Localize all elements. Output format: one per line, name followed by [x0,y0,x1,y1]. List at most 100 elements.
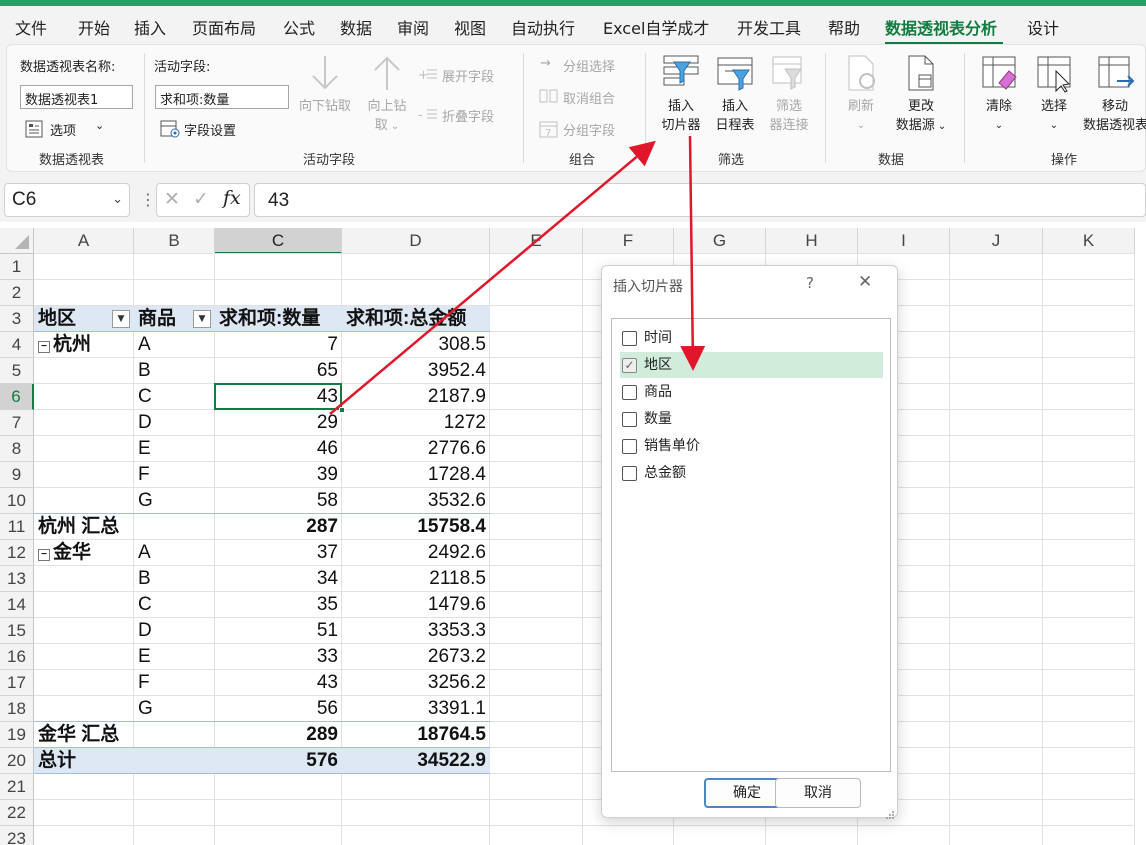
pivot-product-cell[interactable]: D [134,618,215,644]
pivot-subtotal-qty[interactable]: 287 [215,514,342,540]
pivot-header-cell[interactable]: 求和项:总金额 [342,306,490,332]
pivot-qty-cell[interactable]: 29 [215,410,342,436]
cancel-button[interactable]: 取消 [775,778,861,808]
pivot-product-cell[interactable]: E [134,644,215,670]
row-header-4[interactable]: 4 [0,332,34,358]
row-header-7[interactable]: 7 [0,410,34,436]
column-header-e[interactable]: E [490,228,583,254]
pivot-product-cell[interactable]: D [134,410,215,436]
pivottable-name-input[interactable]: 数据透视表1 [20,85,133,109]
fill-handle[interactable] [339,407,345,413]
pivot-amount-cell[interactable]: 2118.5 [342,566,490,592]
formula-input[interactable]: 43 [254,183,1146,217]
column-header-f[interactable]: F [583,228,674,254]
pivot-header-cell[interactable]: 求和项:数量 [215,306,342,332]
tab-formulas[interactable]: 公式 [283,15,315,39]
checkbox-icon[interactable] [622,331,637,346]
pivot-amount-cell[interactable]: 2673.2 [342,644,490,670]
drill-down-button[interactable]: 向下钻取 [292,53,358,116]
column-header-i[interactable]: I [858,228,950,254]
row-header-14[interactable]: 14 [0,592,34,618]
insert-slicer-button[interactable]: 插入 切片器 [655,53,707,135]
pivot-product-cell[interactable]: C [134,592,215,618]
row-header-11[interactable]: 11 [0,514,34,540]
collapse-field-button[interactable]: 折叠字段 [442,106,494,125]
tab-review[interactable]: 审阅 [397,15,429,39]
pivot-qty-cell[interactable]: 56 [215,696,342,722]
pivot-amount-cell[interactable]: 3532.6 [342,488,490,514]
insert-timeline-button[interactable]: 插入 日程表 [709,53,761,135]
checkbox-icon[interactable] [622,466,637,481]
checkbox-icon[interactable] [622,412,637,427]
pivot-product-cell[interactable]: C [134,384,215,410]
row-header-9[interactable]: 9 [0,462,34,488]
pivot-subtotal-label[interactable]: 杭州 汇总 [34,514,134,540]
insert-function-icon[interactable]: fx [223,187,241,209]
tab-help[interactable]: 帮助 [828,15,860,39]
pivot-qty-cell[interactable]: 58 [215,488,342,514]
checkbox-checked-icon[interactable]: ✓ [622,358,637,373]
clear-button[interactable]: 清除 ⌄ [973,53,1025,135]
pivot-qty-cell[interactable]: 7 [215,332,342,358]
row-header-19[interactable]: 19 [0,722,34,748]
pivot-grand-total-label[interactable]: 总计 [34,748,134,774]
pivot-product-cell[interactable]: B [134,358,215,384]
row-header-17[interactable]: 17 [0,670,34,696]
close-icon[interactable]: ✕ [858,272,872,292]
slicer-field-item[interactable]: 商品 [620,379,883,405]
pivot-product-cell[interactable]: F [134,462,215,488]
column-header-j[interactable]: J [950,228,1043,254]
row-header-6[interactable]: 6 [0,384,34,410]
column-header-h[interactable]: H [766,228,858,254]
field-settings-button[interactable]: 字段设置 [184,120,236,139]
more-dots-icon[interactable]: ⋮ [140,190,156,209]
column-header-k[interactable]: K [1043,228,1135,254]
column-header-c[interactable]: C [215,228,342,254]
column-header-b[interactable]: B [134,228,215,254]
pivot-subtotal-amount[interactable]: 15758.4 [342,514,490,540]
tab-page-layout[interactable]: 页面布局 [192,15,256,39]
group-selection-button[interactable]: 分组选择 [563,56,615,75]
pivot-amount-cell[interactable]: 1479.6 [342,592,490,618]
tab-developer[interactable]: 开发工具 [737,15,801,39]
pivot-grand-total-qty[interactable]: 576 [215,748,342,774]
collapse-icon[interactable]: − [38,341,50,353]
group-field-button[interactable]: 分组字段 [563,120,615,139]
collapse-icon[interactable]: − [38,549,50,561]
cancel-entry-icon[interactable]: ✕ [164,188,180,210]
pivot-grand-total-amount[interactable]: 34522.9 [342,748,490,774]
ungroup-button[interactable]: 取消组合 [563,88,615,107]
row-header-23[interactable]: 23 [0,826,34,845]
tab-automate[interactable]: 自动执行 [511,15,575,39]
row-header-8[interactable]: 8 [0,436,34,462]
slicer-field-item[interactable]: 时间 [620,325,883,351]
slicer-field-item[interactable]: ✓ 地区 [620,352,883,378]
filter-dropdown-icon[interactable]: ▼ [193,310,211,328]
row-header-18[interactable]: 18 [0,696,34,722]
options-button[interactable]: 选项 [50,120,76,139]
tab-insert[interactable]: 插入 [134,15,166,39]
expand-field-button[interactable]: 展开字段 [442,66,494,85]
tab-data[interactable]: 数据 [340,15,372,39]
resize-grip-icon[interactable] [885,805,895,819]
pivot-amount-cell[interactable]: 1728.4 [342,462,490,488]
slicer-field-item[interactable]: 总金额 [620,460,883,486]
pivot-amount-cell[interactable]: 2776.6 [342,436,490,462]
filter-dropdown-icon[interactable]: ▼ [112,310,130,328]
row-header-5[interactable]: 5 [0,358,34,384]
pivot-qty-cell[interactable]: 39 [215,462,342,488]
pivot-amount-cell[interactable]: 308.5 [342,332,490,358]
pivot-amount-cell[interactable]: 1272 [342,410,490,436]
pivot-subtotal-label[interactable]: 金华 汇总 [34,722,134,748]
slicer-field-item[interactable]: 数量 [620,406,883,432]
row-header-3[interactable]: 3 [0,306,34,332]
tab-design[interactable]: 设计 [1027,15,1059,39]
select-button[interactable]: 选择 ⌄ [1027,53,1081,135]
row-header-12[interactable]: 12 [0,540,34,566]
active-field-input[interactable]: 求和项:数量 [155,85,289,109]
pivot-product-cell[interactable]: B [134,566,215,592]
chevron-down-icon[interactable]: ⌄ [112,191,123,207]
tab-view[interactable]: 视图 [454,15,486,39]
row-header-13[interactable]: 13 [0,566,34,592]
row-header-16[interactable]: 16 [0,644,34,670]
